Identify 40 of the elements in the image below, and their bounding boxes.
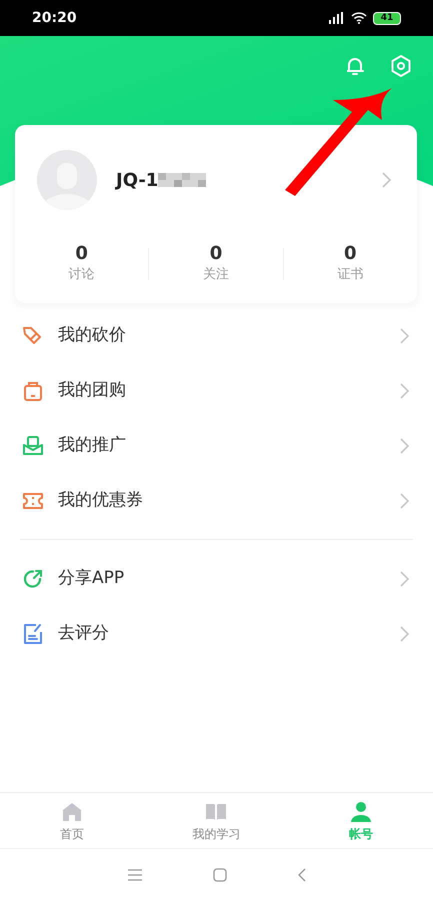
menu-label: 我的团购 [58,378,126,402]
battery-indicator: 41 [373,12,401,24]
stat-count: 0 [75,243,88,265]
menu-label: 去评分 [58,622,109,645]
clock-time: 20:20 [32,8,77,28]
menu-item[interactable]: 分享APP [0,551,433,606]
menu-label: 我的砍价 [58,324,126,347]
menu-item[interactable]: 我的团购 [0,363,433,418]
stat-label: 证书 [337,266,364,284]
chevron-right-icon [400,382,409,398]
chevron-right-icon [400,492,409,508]
menu-label: 分享APP [58,566,124,590]
username: JQ-1 [116,168,158,192]
menu-label: 我的推广 [58,434,126,457]
wifi-icon [351,12,367,24]
settings-icon[interactable] [389,54,413,78]
chevron-right-icon [382,172,391,188]
stat-label: 讨论 [68,266,95,284]
menu-item[interactable]: 我的推广 [0,418,433,473]
tab[interactable]: 首页 [0,793,144,848]
home-button-icon[interactable] [212,868,226,882]
signal-icon [329,12,345,24]
chevron-right-icon [400,328,409,344]
stat-label: 关注 [202,266,229,284]
menu-item[interactable]: 我的砍价 [0,308,433,363]
menu-icon[interactable] [126,868,142,880]
back-icon[interactable] [296,868,306,882]
stat-count: 0 [210,243,222,265]
chevron-right-icon [400,438,409,454]
envelope-icon [21,434,45,458]
tab[interactable]: 我的学习 [144,793,289,848]
menu-item[interactable]: 我的优惠券 [0,473,433,528]
person-icon [348,800,373,824]
pixelated-block [158,173,206,187]
edit-note-icon [21,622,45,646]
menu-label: 我的优惠券 [58,488,143,512]
menu-item[interactable]: 去评分 [0,606,433,661]
stat-count: 0 [344,243,357,265]
chevron-right-icon [400,626,409,642]
chevron-right-icon [400,570,409,586]
